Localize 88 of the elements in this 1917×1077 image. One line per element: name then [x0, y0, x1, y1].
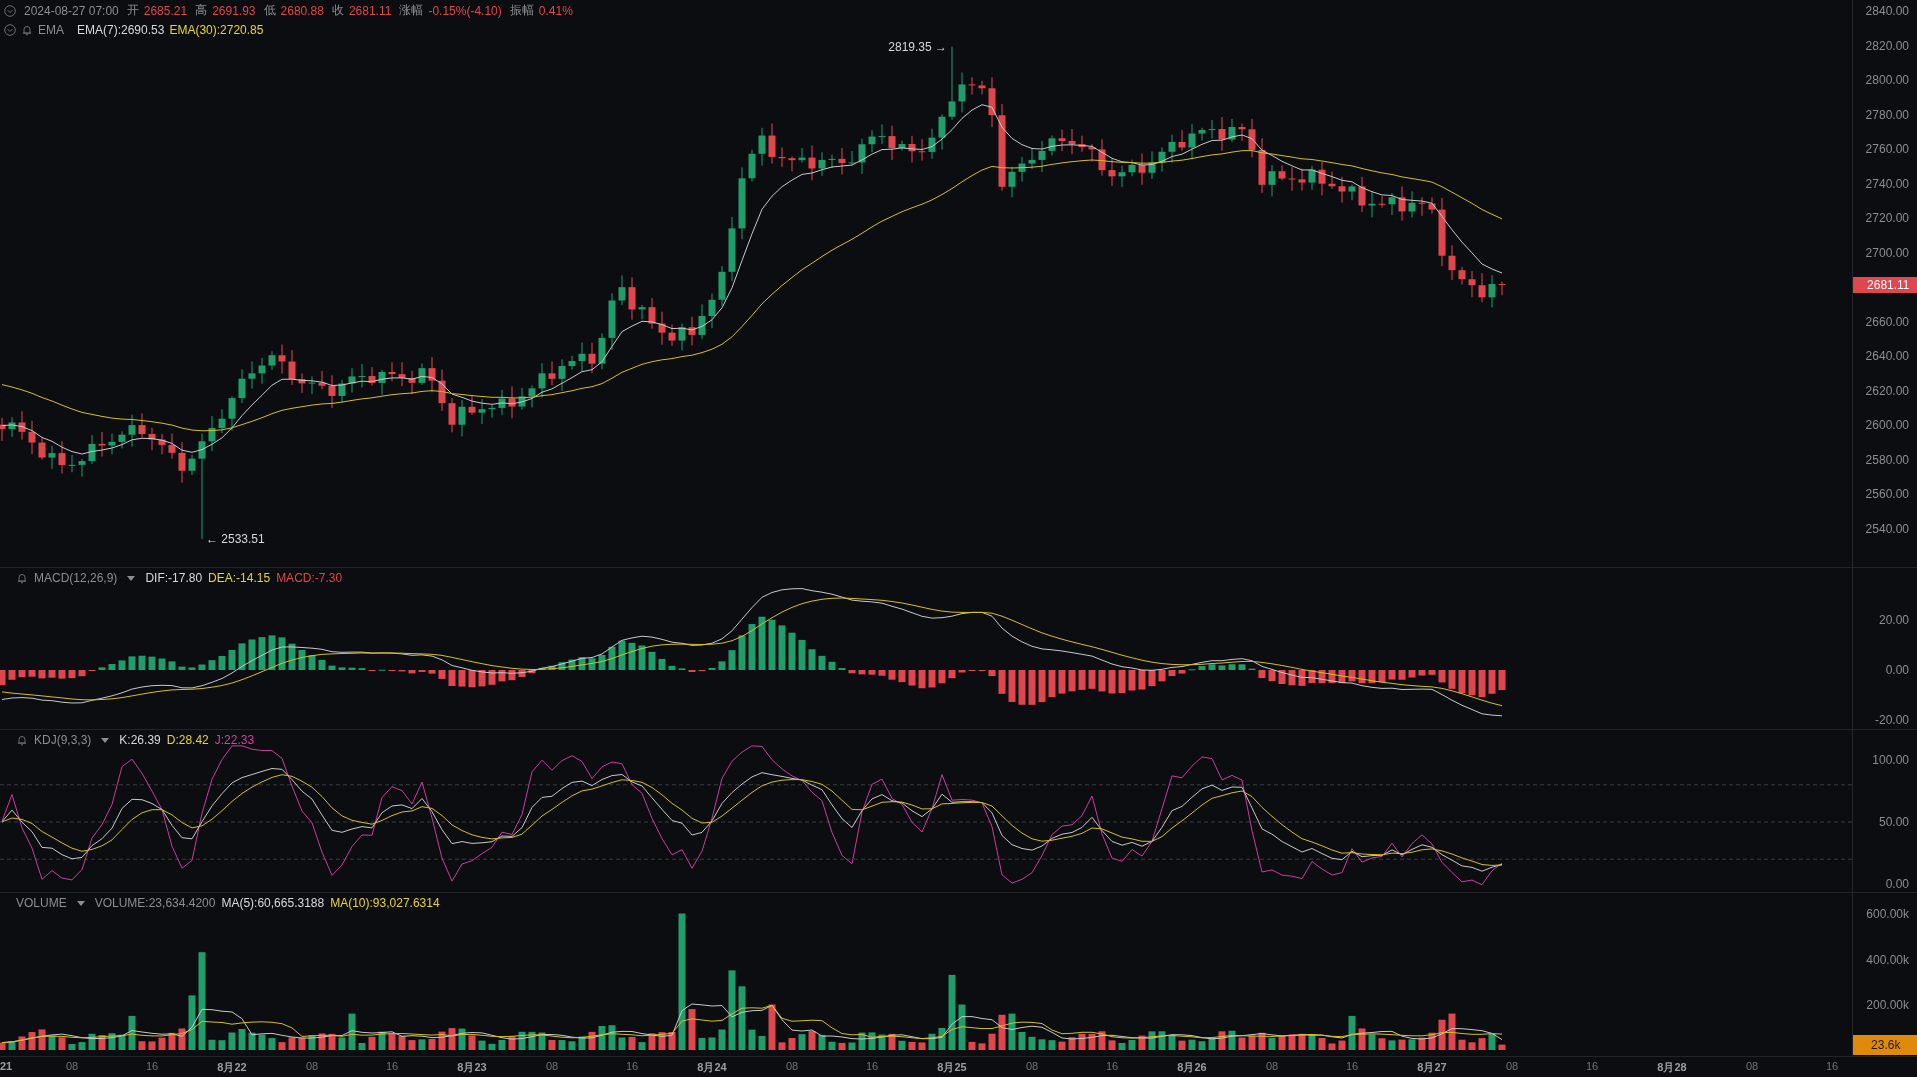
axis-label: -20.00	[1874, 713, 1909, 727]
indicator-value: D:28.42	[166, 733, 209, 747]
axis-label: 400.00k	[1866, 952, 1909, 967]
time-label: 8月26	[1177, 1060, 1207, 1075]
axis-label: 2580.00	[1865, 452, 1909, 467]
axis-label: 2760.00	[1865, 142, 1909, 156]
time-label: 08	[65, 1060, 79, 1072]
axis-label: 2600.00	[1865, 418, 1909, 432]
bell-icon[interactable]	[16, 572, 28, 584]
stat-label: 涨幅	[399, 2, 424, 19]
time-label: 08	[1505, 1060, 1519, 1072]
axis-label: 2840.00	[1865, 4, 1909, 18]
collapse-icon[interactable]	[4, 4, 16, 17]
time-label: 16	[385, 1060, 399, 1072]
axis-label: 2740.00	[1865, 176, 1909, 191]
axis-label: 2620.00	[1865, 383, 1909, 398]
bell-icon[interactable]	[16, 734, 28, 746]
caret-icon[interactable]	[76, 900, 85, 906]
stat-value: 2691.93	[212, 3, 256, 18]
stat-value: 2685.21	[143, 3, 188, 18]
axis-label: 2820.00	[1865, 38, 1909, 53]
indicator-name[interactable]: KDJ(9,3,3)	[34, 733, 92, 747]
time-label: 08	[305, 1060, 319, 1072]
time-label: 16	[1585, 1060, 1599, 1072]
axis-label: 200.00k	[1866, 998, 1909, 1012]
axis-label: 2700.00	[1865, 245, 1909, 260]
time-label: 08	[545, 1060, 559, 1072]
bell-icon[interactable]	[21, 24, 33, 36]
axis-label: 2640.00	[1865, 349, 1909, 363]
indicator-value: MA(5):60,665.3188	[221, 896, 325, 910]
time-label: 08	[785, 1060, 799, 1072]
caret-icon[interactable]	[101, 737, 110, 743]
time-label: 8月24	[697, 1060, 727, 1075]
collapse-icon[interactable]	[4, 24, 16, 36]
indicator-name[interactable]: EMA	[38, 23, 64, 37]
time-label: 8月23	[457, 1060, 487, 1075]
time-label: 21	[0, 1060, 13, 1072]
high-marker: 2819.35 →	[888, 39, 948, 54]
time-label: 08	[1025, 1060, 1039, 1072]
stat-value: 0.41%	[538, 3, 573, 18]
low-marker: ← 2533.51	[206, 532, 265, 547]
indicator-value: K:26.39	[119, 733, 161, 747]
axis-label: 100.00	[1872, 753, 1909, 767]
axis-label: 2540.00	[1865, 521, 1909, 536]
time-label: 16	[625, 1060, 639, 1072]
time-label: 08	[1745, 1060, 1759, 1072]
axis-label: 20.00	[1878, 613, 1909, 627]
indicator-value: MA(10):93,027.6314	[330, 896, 440, 910]
time-label: 8月22	[217, 1060, 247, 1075]
axis-label: 2720.00	[1865, 211, 1909, 225]
time-label: 8月27	[1417, 1060, 1447, 1075]
indicator-value: J:22.33	[214, 733, 255, 747]
indicator-value: DIF:-17.80	[145, 571, 203, 585]
stat-label: 振幅	[509, 2, 534, 19]
axis-label: 50.00	[1878, 815, 1909, 829]
indicator-value: EMA(7):2690.53	[77, 23, 165, 37]
axis-label: 2560.00	[1865, 487, 1909, 501]
time-label: 16	[145, 1060, 159, 1072]
axis-label: 600.00k	[1866, 907, 1909, 921]
stat-label: 开	[126, 2, 139, 19]
current-price-tag: 2681.11	[1853, 277, 1917, 293]
current-volume-tag: 23.6k	[1853, 1034, 1917, 1055]
axis-label: 0.00	[1885, 877, 1909, 891]
stat-label: 收	[331, 2, 344, 19]
indicator-value: VOLUME:23,634.4200	[94, 896, 216, 910]
time-label: 16	[1345, 1060, 1359, 1072]
axis-label: 2660.00	[1865, 314, 1909, 329]
stat-value: -0.15%(-4.10)	[428, 3, 502, 18]
indicator-value: MACD:-7.30	[276, 571, 343, 585]
axis-label: 0.00	[1885, 663, 1909, 677]
indicator-value: EMA(30):2720.85	[169, 23, 264, 37]
axis-label: 2780.00	[1865, 107, 1909, 122]
time-label: 16	[1825, 1060, 1839, 1072]
caret-icon[interactable]	[127, 575, 136, 581]
stat-label: 低	[263, 2, 276, 19]
time-label: 16	[865, 1060, 879, 1072]
time-label: 16	[1105, 1060, 1119, 1072]
indicator-name[interactable]: MACD(12,26,9)	[34, 571, 118, 585]
stat-value: 2681.11	[348, 3, 392, 18]
indicator-value: DEA:-14.15	[208, 571, 271, 585]
candle-time: 2024-08-27 07:00	[24, 3, 119, 18]
indicator-name[interactable]: VOLUME	[16, 896, 67, 910]
time-label: 08	[1265, 1060, 1279, 1072]
time-label: 8月28	[1657, 1060, 1687, 1075]
stat-value: 2680.88	[280, 3, 324, 18]
stat-label: 高	[195, 2, 208, 19]
axis-label: 2800.00	[1865, 73, 1909, 87]
time-label: 8月25	[937, 1060, 967, 1075]
